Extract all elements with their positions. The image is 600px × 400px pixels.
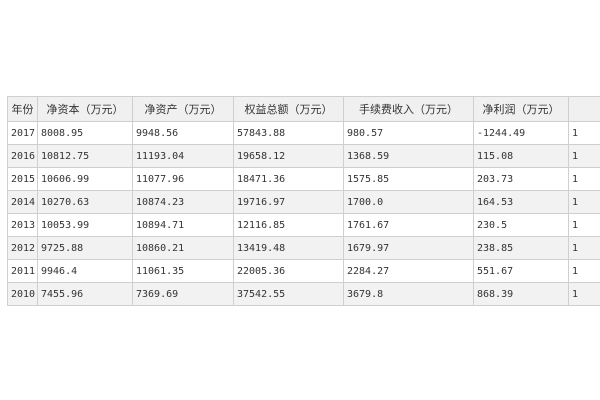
cell-year: 2013 [7,213,38,237]
cell-net-capital: 10606.99 [37,167,133,191]
cell-year: 2017 [7,121,38,145]
cell-net-capital: 7455.96 [37,282,133,306]
cell-fee-income: 980.57 [343,121,474,145]
table-row: 2017 8008.95 9948.56 57843.88 980.57 -1244.49… [7,121,600,145]
cell-net-capital: 10053.99 [37,213,133,237]
table-row: 2014 10270.63 10874.23 19716.97 1700.0 164.53… [7,190,600,214]
cell-net-assets: 11061.35 [132,259,234,283]
cell-total-equity: 57843.88 [233,121,344,145]
cell-cut-off: 1 [568,144,600,168]
cell-net-profit: 230.5 [473,213,569,237]
table-row: 2016 10812.75 11193.04 19658.12 1368.59 115.0… [7,144,600,168]
cell-net-assets: 10894.71 [132,213,234,237]
header-total-equity: 权益总额（万元） [233,96,344,122]
cell-cut-off: 1 [568,213,600,237]
cell-net-assets: 9948.56 [132,121,234,145]
cell-cut-off: 1 [568,282,600,306]
cell-net-profit: 115.08 [473,144,569,168]
cell-net-capital: 8008.95 [37,121,133,145]
cell-net-assets: 11193.04 [132,144,234,168]
header-cut-off [568,96,600,122]
financial-table: 年份 净资本（万元） 净资产（万元） 权益总额（万元） 手续费收入（万元） 净利… [7,96,600,306]
cell-net-capital: 9946.4 [37,259,133,283]
table-row: 2013 10053.99 10894.71 12116.85 1761.67 230.5… [7,213,600,237]
cell-year: 2016 [7,144,38,168]
cell-net-profit: 868.39 [473,282,569,306]
cell-total-equity: 18471.36 [233,167,344,191]
table-body: 2017 8008.95 9948.56 57843.88 980.57 -1244.49… [7,121,600,306]
cell-year: 2010 [7,282,38,306]
header-fee-income: 手续费收入（万元） [343,96,474,122]
header-net-capital: 净资本（万元） [37,96,133,122]
cell-total-equity: 22005.36 [233,259,344,283]
cell-year: 2015 [7,167,38,191]
cell-net-capital: 9725.88 [37,236,133,260]
cell-fee-income: 1368.59 [343,144,474,168]
cell-net-assets: 11077.96 [132,167,234,191]
cell-net-profit: 203.73 [473,167,569,191]
cell-cut-off: 1 [568,236,600,260]
cell-net-assets: 10874.23 [132,190,234,214]
cell-fee-income: 1575.85 [343,167,474,191]
cell-fee-income: 1679.97 [343,236,474,260]
cell-net-capital: 10812.75 [37,144,133,168]
cell-cut-off: 1 [568,259,600,283]
cell-net-profit: -1244.49 [473,121,569,145]
cell-net-assets: 7369.69 [132,282,234,306]
cell-cut-off: 1 [568,121,600,145]
cell-net-capital: 10270.63 [37,190,133,214]
cell-total-equity: 13419.48 [233,236,344,260]
header-net-profit: 净利润（万元） [473,96,569,122]
cell-net-assets: 10860.21 [132,236,234,260]
table-row: 2011 9946.4 11061.35 22005.36 2284.27 551.67 1 [7,259,600,283]
cell-net-profit: 238.85 [473,236,569,260]
header-year: 年份 [7,96,38,122]
financial-table-container: 年份 净资本（万元） 净资产（万元） 权益总额（万元） 手续费收入（万元） 净利… [7,96,600,306]
cell-cut-off: 1 [568,167,600,191]
cell-net-profit: 551.67 [473,259,569,283]
cell-year: 2014 [7,190,38,214]
cell-fee-income: 1700.0 [343,190,474,214]
cell-total-equity: 19658.12 [233,144,344,168]
table-row: 2015 10606.99 11077.96 18471.36 1575.85 203.7… [7,167,600,191]
cell-total-equity: 19716.97 [233,190,344,214]
cell-fee-income: 2284.27 [343,259,474,283]
cell-year: 2011 [7,259,38,283]
cell-total-equity: 37542.55 [233,282,344,306]
cell-fee-income: 1761.67 [343,213,474,237]
cell-net-profit: 164.53 [473,190,569,214]
cell-total-equity: 12116.85 [233,213,344,237]
cell-cut-off: 1 [568,190,600,214]
header-net-assets: 净资产（万元） [132,96,234,122]
table-row: 2010 7455.96 7369.69 37542.55 3679.8 868.39 1 [7,282,600,306]
cell-year: 2012 [7,236,38,260]
table-header-row: 年份 净资本（万元） 净资产（万元） 权益总额（万元） 手续费收入（万元） 净利… [7,96,600,122]
cell-fee-income: 3679.8 [343,282,474,306]
table-row: 2012 9725.88 10860.21 13419.48 1679.97 238.85… [7,236,600,260]
